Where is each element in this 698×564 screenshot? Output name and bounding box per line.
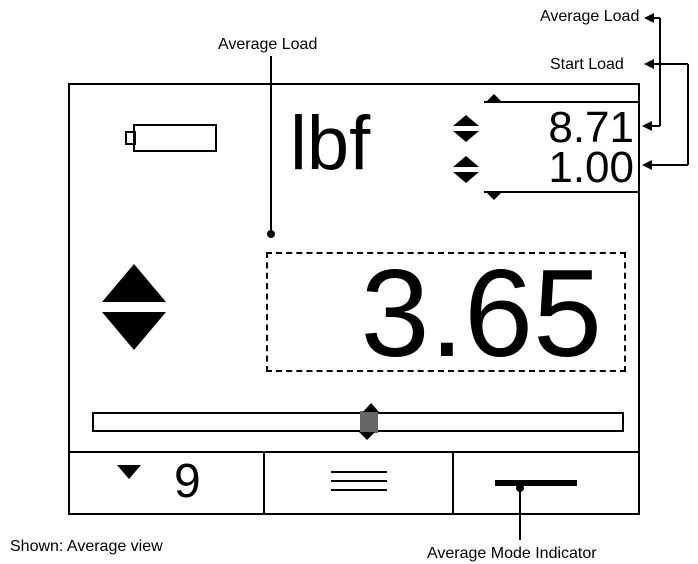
bottom-cell-middle[interactable] [265, 452, 452, 513]
triangle-down-icon [358, 432, 375, 440]
menu-lines-icon [331, 471, 387, 491]
triangle-down-icon [117, 465, 141, 479]
bottom-count: 9 [174, 455, 201, 508]
triangle-up-icon [362, 403, 379, 412]
minus-bar-icon [495, 480, 577, 486]
slider-markers [358, 403, 379, 440]
bottom-cell-right[interactable] [454, 452, 638, 513]
start-load-value: 1.00 [548, 143, 634, 192]
up-down-arrows-icon[interactable] [452, 154, 480, 184]
leader-average-load-top [642, 13, 661, 131]
up-down-arrows-icon[interactable] [100, 262, 168, 352]
battery-icon [125, 124, 217, 152]
unit-label: lbf [290, 101, 371, 186]
bottom-cell-left[interactable]: 9 [70, 452, 263, 513]
main-reading: 3.65 [360, 245, 602, 383]
up-down-arrows-icon[interactable] [452, 113, 480, 143]
leader-start-load [642, 59, 689, 170]
main-reading-box: 3.65 [266, 252, 626, 376]
